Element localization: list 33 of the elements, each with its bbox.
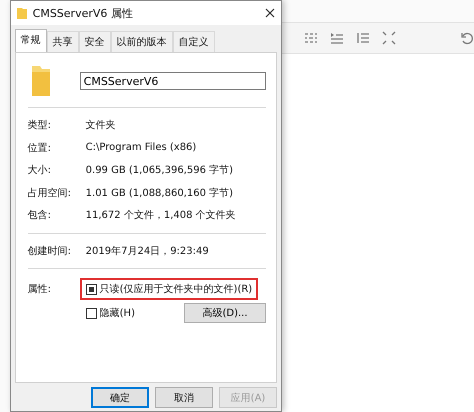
field-value: C:\Program Files (x86) [86, 142, 196, 154]
name-field[interactable]: CMSServerV6 [80, 72, 266, 90]
undo-icon[interactable] [460, 31, 474, 45]
highlighted-checkbox-option[interactable]: 只读(仅应用于文件夹中的文件)(R) [80, 278, 258, 300]
folder-icon [16, 7, 27, 19]
field-label: 占用空间: [28, 186, 72, 200]
field-value: 1.01 GB (1,088,860,160 字节) [86, 186, 234, 200]
tab[interactable]: 安全 [78, 31, 111, 52]
advanced-button[interactable]: 高级(D)... [184, 303, 266, 323]
tab[interactable]: 常规 [14, 29, 47, 52]
field-label: 类型: [28, 118, 52, 132]
tab[interactable]: 以前的版本 [110, 31, 173, 52]
indent-icon[interactable] [330, 31, 344, 45]
dialog-button[interactable]: 确定 [91, 387, 149, 408]
close-icon[interactable] [265, 8, 275, 18]
field-value: 2019年7月24日，9:23:49 [86, 244, 209, 258]
field-value: 11,672 个文件，1,408 个文件夹 [86, 208, 236, 222]
fullscreen-icon[interactable] [382, 31, 396, 45]
numbered-list-icon[interactable] [356, 31, 370, 45]
field-value: 0.99 GB (1,065,396,596 字节) [86, 164, 234, 178]
tab[interactable]: 共享 [46, 31, 79, 52]
field-value: 文件夹 [86, 118, 116, 132]
field-label: 包含: [28, 208, 52, 222]
window-title: CMSServerV6 属性 [32, 6, 134, 20]
dialog-button[interactable]: 取消 [155, 387, 213, 408]
dashed-list-icon[interactable] [304, 31, 318, 45]
field-label: 创建时间: [28, 244, 72, 258]
field-label: 属性: [28, 282, 52, 296]
checkbox-option[interactable]: 隐藏(H) [80, 302, 141, 324]
field-label: 位置: [28, 142, 52, 155]
field-label: 大小: [28, 164, 52, 178]
tab[interactable]: 自定义 [172, 31, 215, 52]
folder-icon [32, 66, 50, 96]
